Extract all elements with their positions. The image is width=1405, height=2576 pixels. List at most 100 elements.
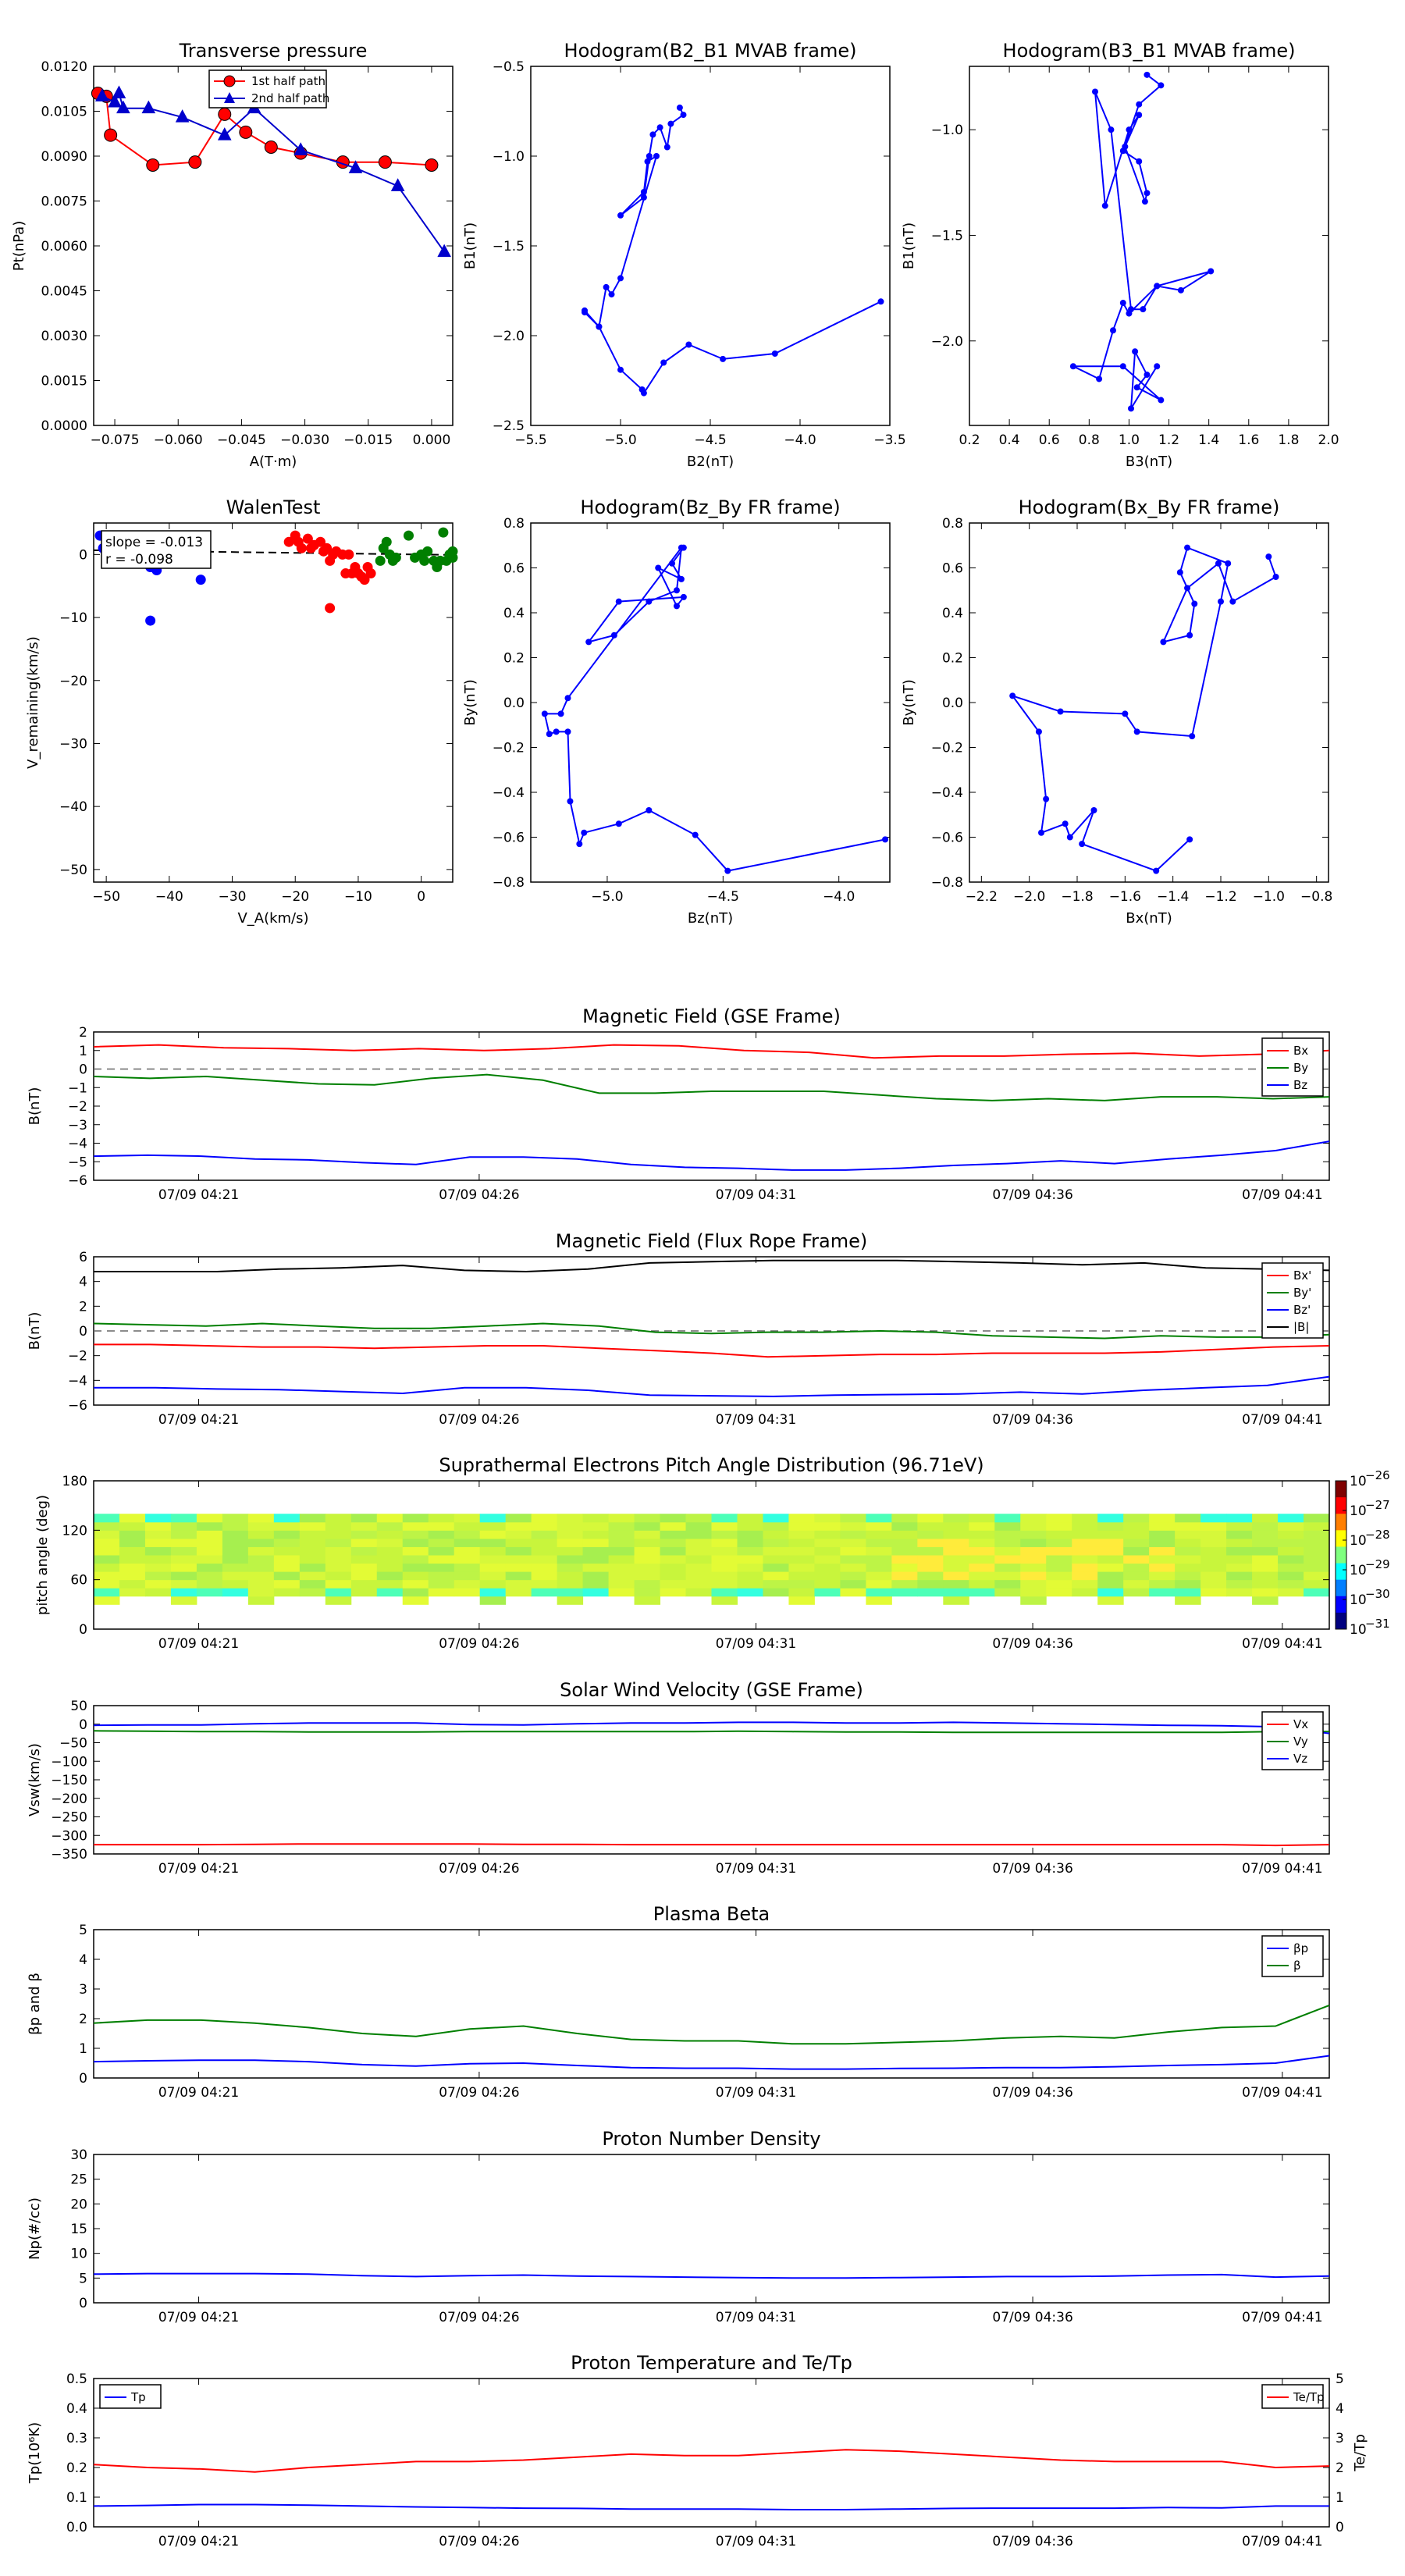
tp-ytick-label: 0.0000 bbox=[41, 418, 87, 434]
pad-cell bbox=[1200, 1555, 1227, 1564]
pad-cell bbox=[454, 1555, 481, 1564]
h4-xlabel: Bx(nT) bbox=[1126, 910, 1172, 927]
h2-point bbox=[1110, 327, 1116, 334]
pad-cell bbox=[634, 1571, 661, 1581]
sw-panel: Solar Wind Velocity (GSE Frame) 07/09 04:… bbox=[27, 1679, 1330, 1877]
pad-cell bbox=[891, 1546, 918, 1556]
pad-cell bbox=[763, 1521, 789, 1531]
pad-cell bbox=[479, 1514, 507, 1523]
pad-cell bbox=[969, 1563, 995, 1572]
pad-cell bbox=[711, 1546, 738, 1556]
h4-point bbox=[1153, 867, 1160, 874]
h1-ytick-label: −0.5 bbox=[493, 59, 525, 75]
wt-xtick-label: −30 bbox=[219, 889, 247, 905]
wt-point bbox=[365, 568, 376, 579]
h2-point bbox=[1132, 348, 1139, 355]
mag_fr-series-Bx bbox=[94, 1343, 1330, 1358]
sw-ytick-label: −350 bbox=[51, 1847, 87, 1863]
pad-cell bbox=[1072, 1538, 1098, 1547]
pad-cell bbox=[1304, 1555, 1330, 1564]
pad-cell bbox=[376, 1579, 404, 1589]
h3-ytick-label: 0.8 bbox=[503, 516, 525, 532]
pad-cell bbox=[737, 1530, 763, 1539]
wt-xlabel: V_A(km/s) bbox=[237, 910, 308, 927]
pad-cell bbox=[891, 1579, 918, 1589]
pad-cell bbox=[350, 1514, 378, 1523]
pad-cell bbox=[1304, 1571, 1330, 1581]
mag_gse-xtick-label: 07/09 04:31 bbox=[716, 1187, 796, 1203]
h2-xtick-label: 1.4 bbox=[1198, 432, 1219, 448]
pad-cell bbox=[1175, 1588, 1201, 1597]
pad-cell bbox=[711, 1514, 738, 1523]
h1-point bbox=[720, 355, 727, 362]
wt-point bbox=[390, 552, 401, 563]
pad-cell bbox=[891, 1563, 918, 1572]
pad-cell bbox=[170, 1555, 197, 1564]
tp-xtick-label: 0.000 bbox=[413, 432, 451, 448]
mag_gse-ytick-label: −2 bbox=[68, 1099, 87, 1115]
pad-cell bbox=[969, 1579, 995, 1589]
wt-point bbox=[404, 530, 414, 541]
pad-cell bbox=[1226, 1555, 1253, 1564]
pad-cell bbox=[660, 1530, 687, 1539]
pad-cell bbox=[1046, 1588, 1072, 1597]
pad-cell bbox=[763, 1579, 789, 1589]
pad-cell bbox=[1252, 1588, 1279, 1597]
pad-cell bbox=[1020, 1555, 1047, 1564]
np-panel: Proton Number Density 07/09 04:21 07/09 04… bbox=[27, 2128, 1330, 2325]
mag_fr-ytick-label: 0 bbox=[79, 1324, 87, 1340]
h4-point bbox=[1090, 807, 1097, 813]
h2-point bbox=[1154, 283, 1161, 290]
pad-cell bbox=[866, 1563, 892, 1572]
pad-cell bbox=[1046, 1555, 1072, 1564]
h1-point bbox=[649, 131, 656, 138]
pad-cell bbox=[119, 1538, 146, 1547]
sw-legend-label: Vx bbox=[1293, 1717, 1308, 1731]
mag_fr-legend-label: Bz' bbox=[1293, 1303, 1311, 1317]
tp-point bbox=[378, 155, 392, 169]
pad-cell bbox=[247, 1530, 275, 1539]
pad-cell bbox=[222, 1563, 249, 1572]
pad-cell bbox=[737, 1571, 763, 1581]
pad-cell bbox=[1200, 1563, 1227, 1572]
pad-cell bbox=[1149, 1579, 1176, 1589]
pad-cell bbox=[454, 1538, 481, 1547]
mag_fr-legend-label: By' bbox=[1293, 1286, 1311, 1300]
pad-cell bbox=[1278, 1546, 1304, 1556]
pad-ytick-label: 180 bbox=[62, 1474, 87, 1489]
h3-title: Hodogram(Bz_By FR frame) bbox=[580, 496, 840, 518]
pad-cell bbox=[1097, 1596, 1124, 1605]
pad-cell bbox=[711, 1588, 738, 1597]
pad-cell bbox=[557, 1563, 584, 1572]
pad-cell bbox=[170, 1521, 197, 1531]
h2-xtick-label: 1.6 bbox=[1238, 432, 1259, 448]
h2-ylabel: B1(nT) bbox=[901, 222, 917, 269]
pad-cell bbox=[119, 1521, 146, 1531]
pad-colorbar-label: 10 bbox=[1350, 1474, 1367, 1489]
h2-point bbox=[1136, 158, 1143, 165]
h3-point bbox=[678, 544, 685, 551]
pad-cell bbox=[1304, 1588, 1330, 1597]
pad-cell bbox=[428, 1588, 455, 1597]
pad-cell bbox=[969, 1571, 995, 1581]
mag_gse-ylabel: B(nT) bbox=[27, 1087, 43, 1126]
pad-cell bbox=[608, 1538, 635, 1547]
pad-cell bbox=[969, 1514, 995, 1523]
pad-cell bbox=[505, 1563, 532, 1572]
h2-point bbox=[1096, 375, 1103, 382]
pad-cell bbox=[479, 1530, 507, 1539]
h4-xtick-label: −1.2 bbox=[1204, 889, 1236, 905]
pad-cell bbox=[788, 1579, 815, 1589]
pad-cell bbox=[196, 1571, 223, 1581]
pad-cell bbox=[557, 1571, 584, 1581]
pad-ytick-label: 60 bbox=[70, 1573, 87, 1589]
pad-colorbar-label: 10 bbox=[1350, 1592, 1367, 1608]
pad-cell bbox=[660, 1588, 687, 1597]
pad-cell bbox=[763, 1538, 789, 1547]
pad-cell bbox=[247, 1555, 275, 1564]
pad-cell bbox=[711, 1530, 738, 1539]
beta-ytick-label: 4 bbox=[79, 1952, 87, 1968]
pad-cell bbox=[1149, 1514, 1176, 1523]
h2-point bbox=[1144, 190, 1151, 197]
h2-xtick-label: 1.8 bbox=[1278, 432, 1299, 448]
